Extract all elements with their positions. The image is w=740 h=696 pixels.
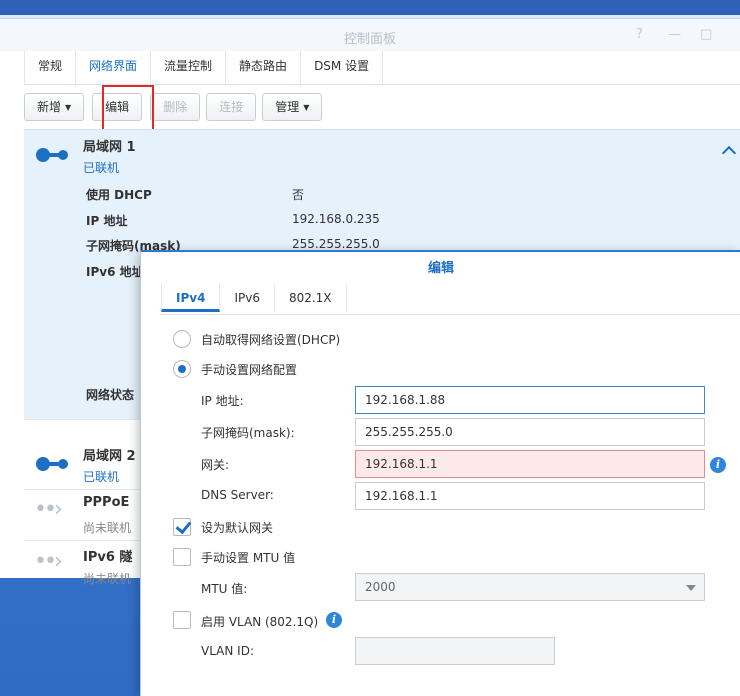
help-button[interactable]: ? xyxy=(636,27,643,42)
collapse-chevron-icon[interactable] xyxy=(721,145,737,161)
connected-icon xyxy=(36,148,70,162)
tab-ipv6[interactable]: IPv6 xyxy=(220,284,275,312)
vlan-checkbox[interactable] xyxy=(173,611,191,629)
network-status: 已联机 xyxy=(83,470,120,484)
detail-key: 使用 DHCP xyxy=(86,188,152,202)
create-button[interactable]: 新增 ▼ xyxy=(24,93,85,121)
detail-value: 否 xyxy=(292,188,305,202)
network-title: IPv6 隧 xyxy=(83,550,133,565)
network-title: 局域网 1 xyxy=(83,140,136,155)
info-icon[interactable]: i xyxy=(326,612,342,628)
manual-config-radio[interactable] xyxy=(173,360,191,378)
detail-key: IP 地址 xyxy=(86,214,128,228)
connected-icon xyxy=(36,457,70,471)
dns-label: DNS Server: xyxy=(201,488,274,502)
mtu-select[interactable]: 2000 xyxy=(355,573,705,601)
gateway-label: 网关: xyxy=(201,458,230,472)
vlan-id-input[interactable] xyxy=(355,637,555,665)
toolbar: 新增 ▼ 编辑 删除 连接 管理 ▼ xyxy=(24,93,323,121)
tab-bar: 常规 网络界面 流量控制 静态路由 DSM 设置 xyxy=(24,51,740,85)
dhcp-radio[interactable] xyxy=(173,330,191,348)
connect-button[interactable]: 连接 xyxy=(206,93,257,121)
dropdown-arrow-icon xyxy=(686,585,696,591)
network-status: 已联机 xyxy=(83,161,120,175)
detail-key: IPv6 地址 xyxy=(86,265,144,279)
detail-value: 255.255.255.0 xyxy=(292,237,380,251)
manage-button[interactable]: 管理 ▼ xyxy=(262,93,323,121)
divider xyxy=(161,314,740,315)
subnet-mask-input[interactable]: 255.255.255.0 xyxy=(355,418,705,446)
ip-address-input[interactable]: 192.168.1.88 xyxy=(355,386,705,414)
gateway-input[interactable]: 192.168.1.1 xyxy=(355,450,705,478)
tab-dsm-settings[interactable]: DSM 设置 xyxy=(301,51,384,84)
network-title: 局域网 2 xyxy=(83,449,136,464)
edit-dialog: 编辑 IPv4 IPv6 802.1X 自动取得网络设置(DHCP) 手动设置网… xyxy=(140,250,740,696)
tab-static-route[interactable]: 静态路由 xyxy=(226,51,302,84)
dialog-title: 编辑 xyxy=(427,261,454,276)
default-gateway-label: 设为默认网关 xyxy=(201,521,274,535)
network-state-label: 网络状态 xyxy=(86,388,135,402)
desktop-top-strip xyxy=(0,0,740,18)
annotation-highlight-box xyxy=(102,85,154,135)
network-status: 尚未联机 xyxy=(83,572,132,586)
mask-label: 子网掩码(mask): xyxy=(201,426,295,440)
mtu-label: MTU 值: xyxy=(201,582,248,596)
caret-down-icon: ▼ xyxy=(303,102,310,112)
manual-mtu-label: 手动设置 MTU 值 xyxy=(201,551,296,565)
caret-down-icon: ▼ xyxy=(65,102,72,112)
create-label: 新增 xyxy=(37,100,62,114)
disconnected-icon: ••› xyxy=(34,497,63,522)
minimize-button[interactable]: — xyxy=(668,27,681,42)
detail-value: 192.168.0.235 xyxy=(292,212,380,226)
window-titlebar: 控制面板 ? — □ xyxy=(0,19,740,51)
ip-label: IP 地址: xyxy=(201,394,244,408)
manage-label: 管理 xyxy=(275,100,300,114)
vlan-id-label: VLAN ID: xyxy=(201,644,254,658)
info-icon[interactable]: i xyxy=(710,457,726,473)
default-gateway-checkbox[interactable] xyxy=(173,518,191,536)
tab-ipv4[interactable]: IPv4 xyxy=(161,284,221,312)
tab-general[interactable]: 常规 xyxy=(24,51,77,84)
network-status: 尚未联机 xyxy=(83,521,132,535)
tab-8021x[interactable]: 802.1X xyxy=(275,284,347,312)
delete-button[interactable]: 删除 xyxy=(150,93,201,121)
window-title: 控制面板 xyxy=(343,32,396,47)
disconnected-icon: ••› xyxy=(34,549,63,574)
manual-mtu-checkbox[interactable] xyxy=(173,548,191,566)
mtu-value: 2000 xyxy=(365,580,396,594)
manual-config-radio-label: 手动设置网络配置 xyxy=(201,363,298,377)
vlan-label: 启用 VLAN (802.1Q) xyxy=(201,615,319,629)
dns-server-input[interactable]: 192.168.1.1 xyxy=(355,482,705,510)
network-title: PPPoE xyxy=(83,495,130,510)
tab-traffic-control[interactable]: 流量控制 xyxy=(151,51,227,84)
maximize-button[interactable]: □ xyxy=(700,27,712,42)
tab-network-interface[interactable]: 网络界面 xyxy=(76,51,152,84)
dhcp-radio-label: 自动取得网络设置(DHCP) xyxy=(201,333,341,347)
dialog-tab-bar: IPv4 IPv6 802.1X xyxy=(161,284,347,314)
